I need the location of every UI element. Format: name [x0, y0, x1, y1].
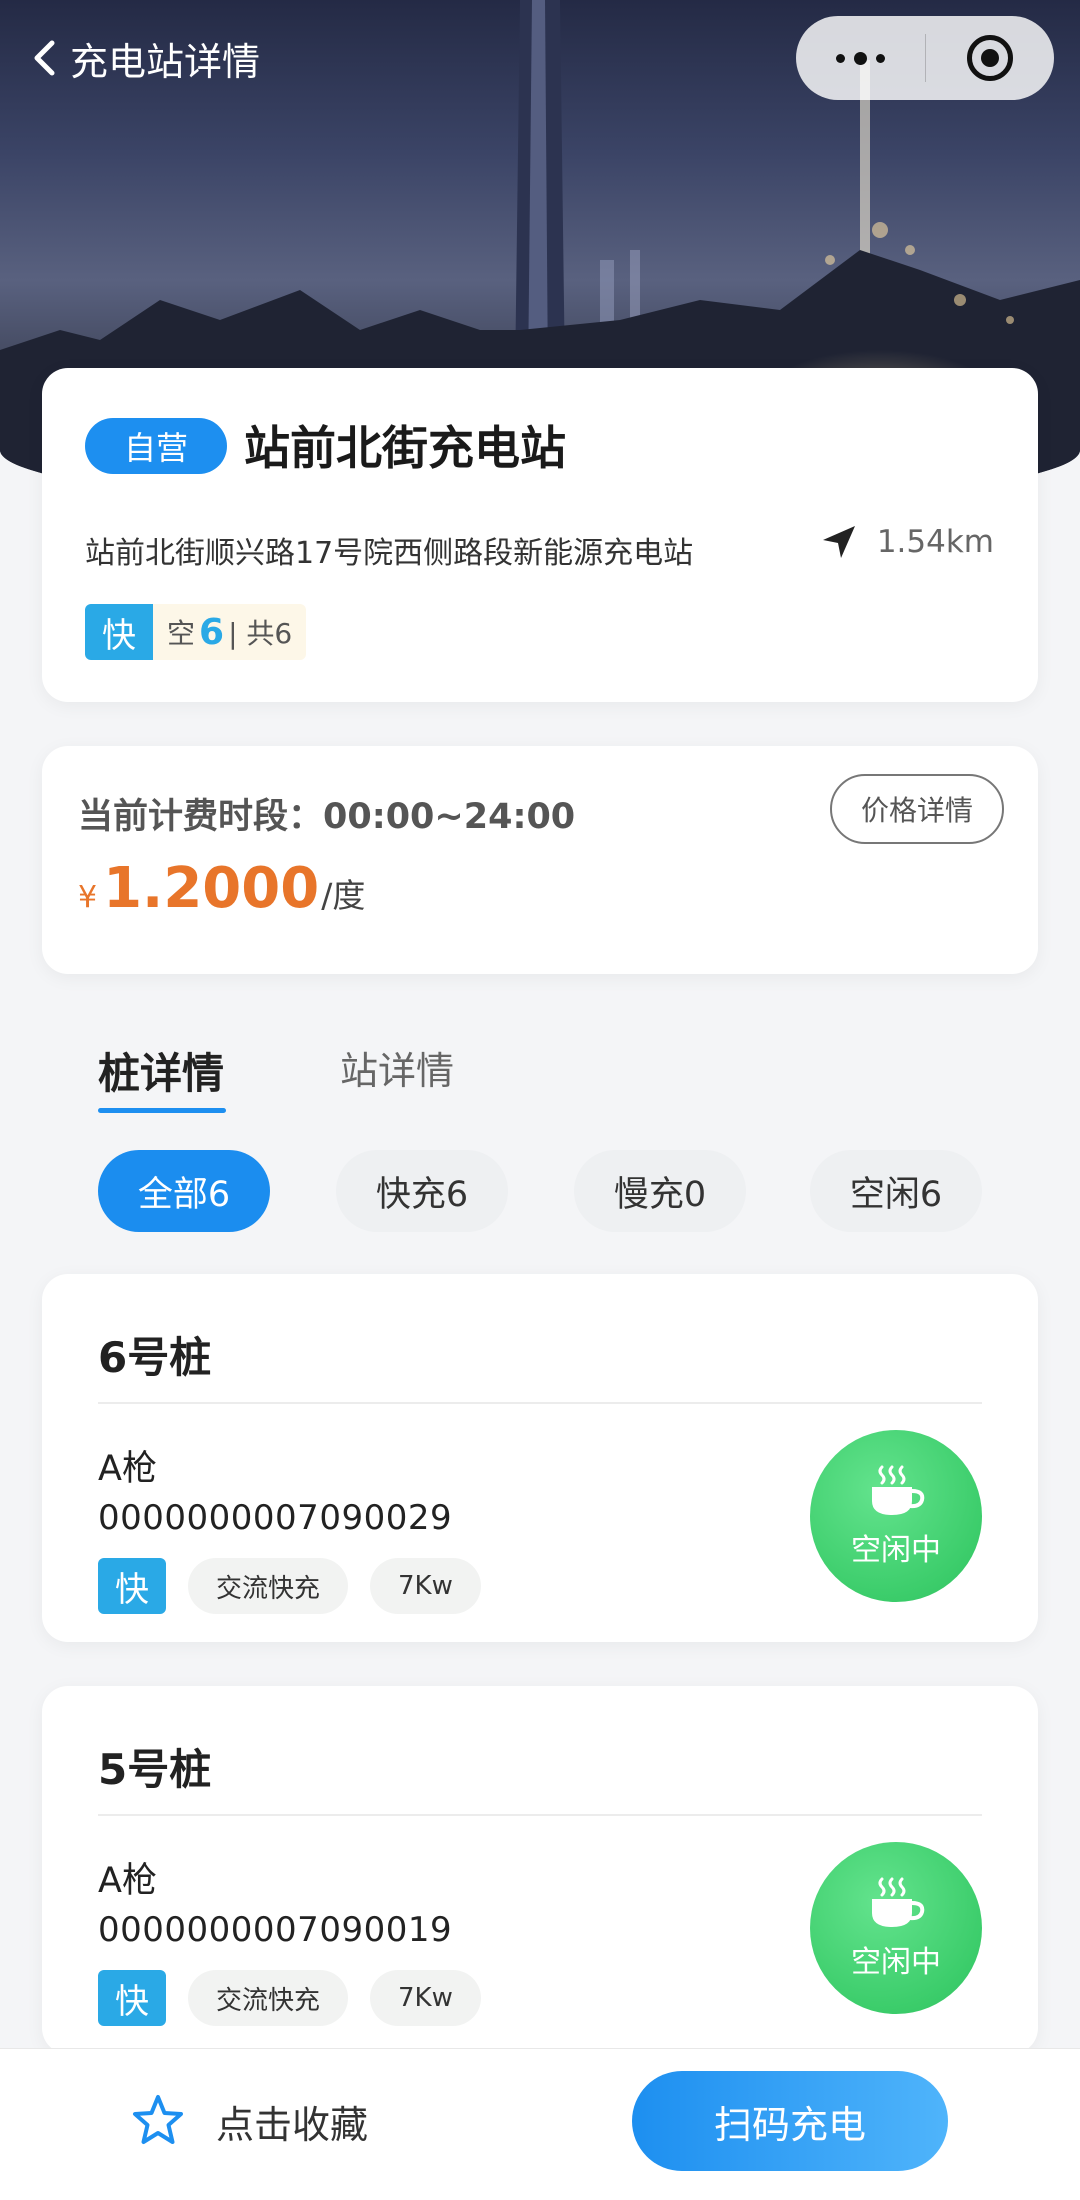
charge-type-tag: 交流快充 — [188, 1970, 349, 2026]
billing-period: 当前计费时段：00:00~24:00 — [78, 797, 576, 837]
free-prefix: 空 — [167, 617, 196, 650]
target-icon — [966, 35, 1013, 81]
charge-type-tag: 交流快充 — [188, 1558, 349, 1614]
pile-card[interactable]: 6号桩 A枪 0000000007090029 快 交流快充 7Kw 空闲中 — [42, 1274, 1038, 1642]
pile-title: 5号桩 — [98, 1745, 212, 1794]
idle-status-indicator: 空闲中 — [810, 1430, 982, 1602]
currency-symbol: ¥ — [78, 880, 98, 915]
price-detail-button[interactable]: 价格详情 — [830, 774, 1004, 844]
tab-pile-details[interactable]: 桩详情 — [98, 1040, 224, 1101]
navigation-arrow-icon — [822, 526, 855, 558]
close-miniprogram-button[interactable] — [926, 16, 1055, 100]
distance-link[interactable]: 1.54km — [821, 524, 994, 560]
filter-all[interactable]: 全部6 — [98, 1150, 270, 1232]
gun-code: 0000000007090029 — [98, 1498, 453, 1538]
coffee-cup-icon — [872, 1877, 925, 1927]
fast-charge-tag: 快 — [98, 1558, 166, 1614]
gun-name: A枪 — [98, 1861, 157, 1901]
coffee-cup-icon — [872, 1465, 925, 1515]
status-label: 空闲中 — [851, 1533, 941, 1568]
total-count: | 共6 — [228, 617, 293, 650]
pile-card[interactable]: 5号桩 A枪 0000000007090019 快 交流快充 7Kw 空闲中 — [42, 1686, 1038, 2054]
free-count: 6 — [199, 611, 225, 653]
station-name: 站前北街充电站 — [244, 421, 566, 475]
back-button[interactable]: 充电站详情 — [32, 28, 260, 88]
favorite-button[interactable]: 点击收藏 — [130, 2093, 368, 2149]
idle-status-indicator: 空闲中 — [810, 1842, 982, 2014]
availability-badge: 快 空 6 | 共6 — [85, 604, 307, 660]
more-menu-button[interactable] — [796, 16, 925, 100]
pricing-card: 当前计费时段：00:00~24:00 价格详情 ¥ 1.2000 /度 — [42, 746, 1038, 974]
bottom-action-bar: 点击收藏 扫码充电 — [0, 2048, 1080, 2200]
pile-tags: 快 交流快充 7Kw — [98, 1558, 481, 1614]
status-label: 空闲中 — [851, 1945, 941, 1980]
fast-charge-tag: 快 — [85, 604, 153, 660]
price-unit: /度 — [321, 876, 366, 915]
station-info-card: 自营 站前北街充电站 站前北街顺兴路17号院西侧路段新能源充电站 1.54km … — [42, 368, 1038, 702]
gun-code: 0000000007090019 — [98, 1910, 453, 1950]
pile-title: 6号桩 — [98, 1333, 212, 1382]
station-address: 站前北街顺兴路17号院西侧路段新能源充电站 — [85, 536, 694, 571]
pile-tags: 快 交流快充 7Kw — [98, 1970, 481, 2026]
star-icon — [133, 2095, 183, 2144]
filter-fast[interactable]: 快充6 — [336, 1150, 508, 1232]
tab-active-indicator — [98, 1108, 226, 1113]
power-tag: 7Kw — [370, 1970, 481, 2026]
power-tag: 7Kw — [370, 1558, 481, 1614]
fast-charge-tag: 快 — [98, 1970, 166, 2026]
gun-name: A枪 — [98, 1449, 157, 1489]
favorite-label: 点击收藏 — [216, 2102, 369, 2147]
filter-idle[interactable]: 空闲6 — [810, 1150, 982, 1232]
filter-slow[interactable]: 慢充0 — [574, 1150, 746, 1232]
distance-value: 1.54km — [876, 524, 994, 560]
price-display: ¥ 1.2000 /度 — [78, 856, 365, 921]
tab-station-details[interactable]: 站详情 — [340, 1040, 454, 1095]
miniprogram-capsule — [796, 16, 1054, 100]
page-title: 充电站详情 — [70, 39, 261, 84]
price-value: 1.2000 — [103, 856, 320, 921]
self-operated-badge: 自营 — [85, 418, 227, 474]
scan-to-charge-button[interactable]: 扫码充电 — [632, 2071, 948, 2171]
divider — [98, 1814, 982, 1816]
divider — [98, 1402, 982, 1404]
chevron-left-icon — [34, 40, 55, 76]
more-dots-icon — [835, 51, 885, 65]
